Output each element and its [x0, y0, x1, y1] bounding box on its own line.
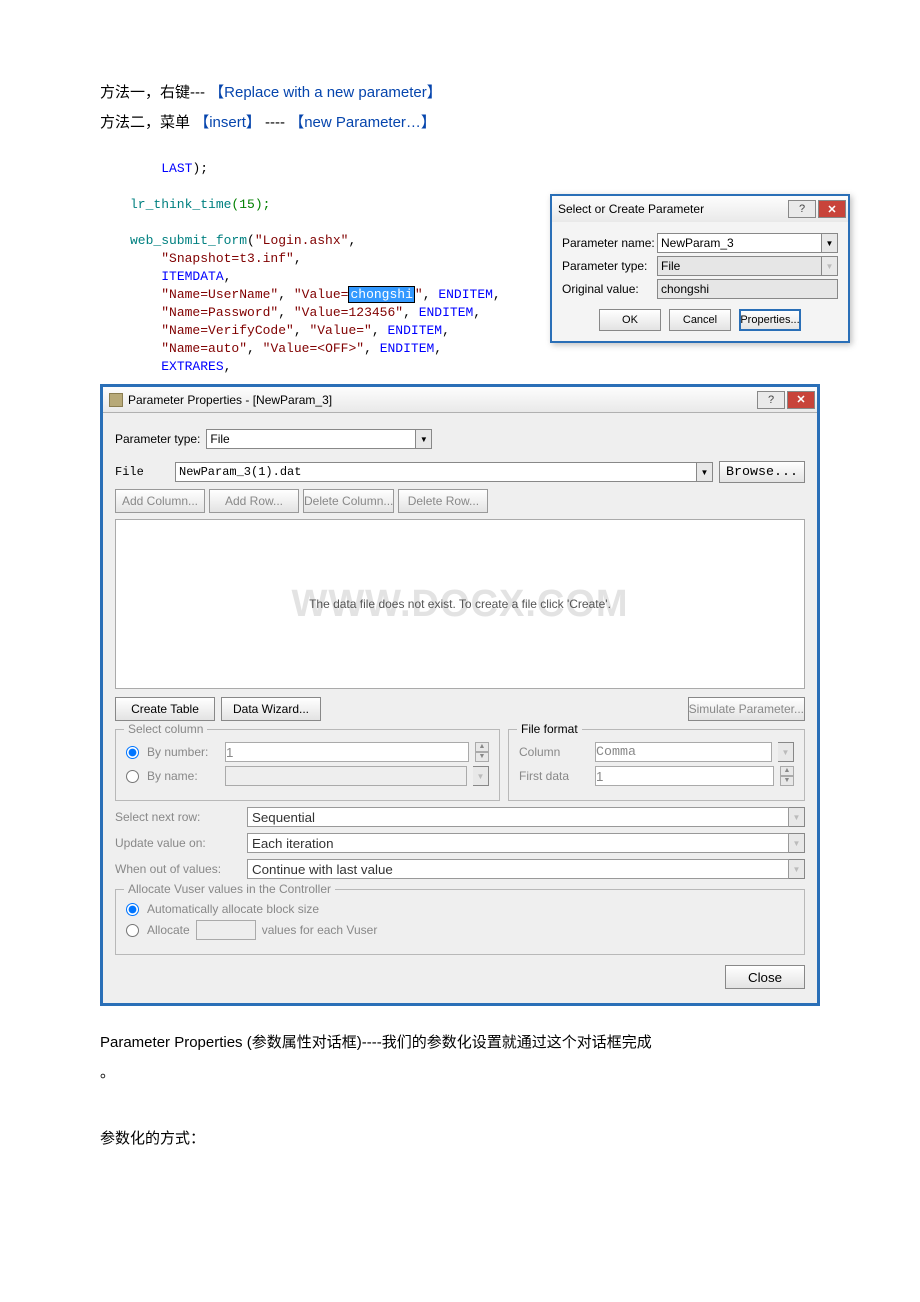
intro2-pre: 方法二，菜单	[100, 114, 190, 131]
chevron-down-icon[interactable]: ▼	[822, 233, 838, 253]
group-allocate-vuser: Allocate Vuser values in the Controller …	[115, 889, 805, 955]
create-table-button[interactable]: Create Table	[115, 697, 215, 721]
pp-ptype-label: Parameter type:	[115, 432, 200, 446]
intro2-mid: ----	[265, 114, 289, 131]
close-button[interactable]: ✕	[787, 391, 815, 409]
allocate-suffix: values for each Vuser	[262, 923, 378, 937]
ff-column-select[interactable]	[595, 742, 772, 762]
add-row-button[interactable]: Add Row...	[209, 489, 299, 513]
dialog-parameter-properties: Parameter Properties - [NewParam_3] ? ✕ …	[100, 384, 820, 1006]
original-value-label: Original value:	[562, 282, 657, 296]
simulate-parameter-button[interactable]: Simulate Parameter...	[688, 697, 805, 721]
chevron-down-icon[interactable]: ▼	[697, 462, 713, 482]
delete-row-button[interactable]: Delete Row...	[398, 489, 488, 513]
help-button[interactable]: ?	[788, 200, 816, 218]
outof-select[interactable]	[247, 859, 789, 879]
close-button[interactable]: Close	[725, 965, 805, 989]
pp-file-combo[interactable]	[175, 462, 697, 482]
intro2-b1: 【insert】	[194, 114, 261, 131]
auto-allocate-label: Automatically allocate block size	[147, 902, 319, 916]
ff-column-label: Column	[519, 745, 589, 759]
cancel-button[interactable]: Cancel	[669, 309, 731, 331]
allocate-input[interactable]	[196, 920, 256, 940]
chevron-down-icon[interactable]: ▼	[778, 742, 794, 762]
outof-label: When out of values:	[115, 862, 241, 876]
intro-line-2: 方法二，菜单 【insert】 ---- 【new Parameter…】	[100, 110, 875, 136]
chevron-down-icon[interactable]: ▼	[789, 859, 805, 879]
chevron-down-icon[interactable]: ▼	[789, 807, 805, 827]
close-button[interactable]: ✕	[818, 200, 846, 218]
select-column-legend: Select column	[124, 722, 207, 736]
group-select-column: Select column By number: ▲▼ By name: ▼	[115, 729, 500, 801]
outro-text-2: 参数化的方式：	[100, 1126, 875, 1152]
allocate-label: Allocate	[147, 923, 190, 937]
auto-allocate-radio[interactable]	[126, 903, 139, 916]
group-file-format: File format Column ▼ First data ▲▼	[508, 729, 805, 801]
update-label: Update value on:	[115, 836, 241, 850]
fn-think: lr_think_time	[130, 197, 231, 212]
window-icon	[109, 393, 123, 407]
allocate-legend: Allocate Vuser values in the Controller	[124, 882, 335, 896]
allocate-radio[interactable]	[126, 924, 139, 937]
fn-web: web_submit_form	[130, 233, 247, 248]
chevron-down-icon[interactable]: ▼	[822, 256, 838, 276]
param-type-label: Parameter type:	[562, 259, 657, 273]
chevron-down-icon[interactable]: ▼	[416, 429, 432, 449]
pp-ptype-select[interactable]	[206, 429, 416, 449]
ff-first-input[interactable]	[595, 766, 774, 786]
by-name-radio[interactable]	[126, 770, 139, 783]
intro1-blue: 【Replace with a new parameter】	[209, 84, 442, 101]
next-row-select[interactable]	[247, 807, 789, 827]
kw-last: LAST	[161, 161, 192, 176]
intro1-pre: 方法一，右键---	[100, 84, 209, 101]
ok-button[interactable]: OK	[599, 309, 661, 331]
next-row-label: Select next row:	[115, 810, 241, 824]
param-type-select[interactable]	[657, 256, 822, 276]
data-wizard-button[interactable]: Data Wizard...	[221, 697, 321, 721]
by-number-radio[interactable]	[126, 746, 139, 759]
selected-text[interactable]: chongshi	[348, 286, 414, 303]
help-button[interactable]: ?	[757, 391, 785, 409]
update-select[interactable]	[247, 833, 789, 853]
ff-first-label: First data	[519, 769, 589, 783]
intro2-b2: 【new Parameter…】	[289, 114, 436, 131]
dialog-select-or-create: Select or Create Parameter ? ✕ Parameter…	[550, 194, 850, 343]
by-number-input[interactable]	[225, 742, 469, 762]
browse-button[interactable]: Browse...	[719, 461, 805, 483]
original-value-input	[657, 279, 838, 299]
dialog-title-text: Select or Create Parameter	[558, 202, 704, 216]
data-table-area: WWW.DOCX.COM The data file does not exis…	[115, 519, 805, 689]
intro-line-1: 方法一，右键--- 【Replace with a new parameter】	[100, 80, 875, 106]
properties-button[interactable]: Properties...	[739, 309, 801, 331]
param-name-label: Parameter name:	[562, 236, 657, 250]
chevron-down-icon[interactable]: ▼	[473, 766, 489, 786]
by-name-label: By name:	[147, 769, 219, 783]
pp-title-text: Parameter Properties - [NewParam_3]	[128, 393, 332, 407]
empty-message: The data file does not exist. To create …	[309, 597, 611, 611]
delete-column-button[interactable]: Delete Column...	[303, 489, 394, 513]
pp-title-bar[interactable]: Parameter Properties - [NewParam_3] ? ✕	[103, 387, 817, 413]
add-column-button[interactable]: Add Column...	[115, 489, 205, 513]
by-name-select[interactable]	[225, 766, 467, 786]
pp-file-label: File	[115, 465, 169, 479]
param-name-input[interactable]	[657, 233, 822, 253]
dialog-title-bar[interactable]: Select or Create Parameter ? ✕	[552, 196, 848, 222]
by-number-label: By number:	[147, 745, 219, 759]
spinner[interactable]: ▲▼	[475, 742, 489, 762]
chevron-down-icon[interactable]: ▼	[789, 833, 805, 853]
outro-dot: 。	[100, 1060, 875, 1086]
spinner[interactable]: ▲▼	[780, 766, 794, 786]
outro-text-1: Parameter Properties (参数属性对话框)----我们的参数化…	[100, 1030, 875, 1056]
file-format-legend: File format	[517, 722, 582, 736]
